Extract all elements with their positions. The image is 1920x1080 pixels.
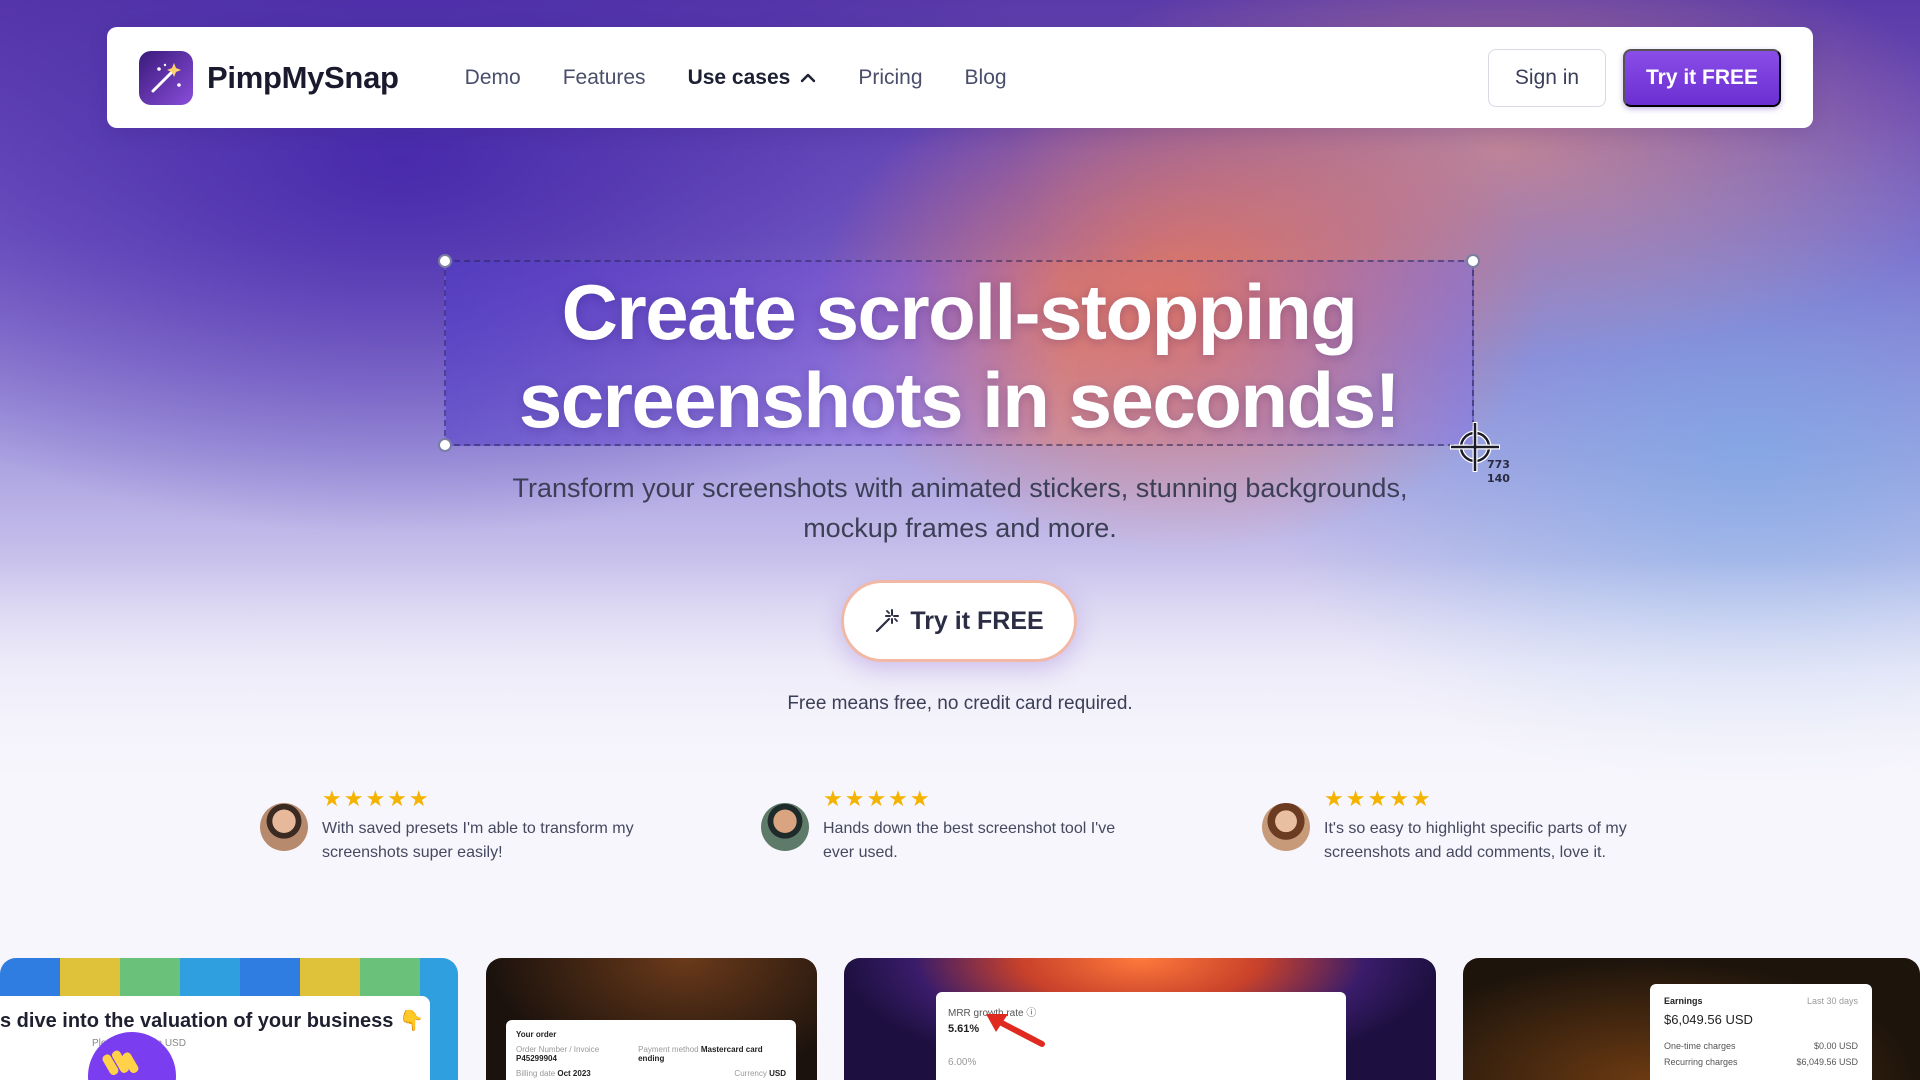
- main-menu: Demo Features Use cases Pricing Blog: [465, 66, 1007, 90]
- selection-width: 773: [1487, 458, 1510, 471]
- selection-height: 140: [1487, 472, 1510, 485]
- hero-subtitle: Transform your screenshots with animated…: [440, 468, 1480, 548]
- testimonial-card: ★★★★★ With saved presets I'm able to tra…: [260, 787, 680, 865]
- earnings-row: One-time charges $0.00 USD: [1664, 1041, 1858, 1051]
- star-rating: ★★★★★: [823, 786, 932, 811]
- avatar: [260, 803, 308, 851]
- preview-title: s dive into the valuation of your busine…: [0, 1010, 424, 1032]
- payment-label: Payment method: [638, 1045, 699, 1054]
- nav-use-cases[interactable]: Use cases: [688, 66, 817, 90]
- row-value: $6,049.56 USD: [1796, 1057, 1858, 1067]
- quote-line-2: ever used.: [823, 844, 898, 861]
- order-row: Billing date Oct 2023 Currency USD: [516, 1069, 786, 1078]
- order-number-value: P45299904: [516, 1054, 557, 1063]
- resize-handle-top-right[interactable]: [1466, 254, 1480, 268]
- quote-line-2: screenshots and add comments, love it.: [1324, 844, 1606, 861]
- nav-pricing[interactable]: Pricing: [858, 66, 922, 90]
- top-navbar: PimpMySnap Demo Features Use cases Prici…: [107, 27, 1813, 128]
- quote-line-1: With saved presets I'm able to transform…: [322, 820, 634, 837]
- nav-use-cases-label: Use cases: [687, 65, 791, 89]
- headline-line-1: Create scroll-stopping: [561, 268, 1358, 356]
- order-row: Order Number / Invoice P45299904 Payment…: [516, 1045, 786, 1063]
- earnings-label: Earnings: [1664, 996, 1703, 1006]
- sticker-hand-icon: [88, 1032, 176, 1080]
- nav-actions: Sign in Try it FREE: [1488, 48, 1781, 107]
- billing-value: Oct 2023: [557, 1069, 591, 1078]
- magic-wand-icon: [139, 50, 193, 105]
- headline-line-2: screenshots in seconds!: [518, 356, 1401, 444]
- preview-card-mrr[interactable]: MRR growth rate ⓘ 5.61% 6.00%: [844, 958, 1436, 1080]
- earnings-value: $6,049.56 USD: [1664, 1012, 1753, 1027]
- selection-size-readout: 773 140: [1487, 458, 1510, 486]
- resize-handle-top-left[interactable]: [438, 254, 452, 268]
- avatar: [761, 803, 809, 851]
- row-label: Recurring charges: [1664, 1057, 1738, 1067]
- currency-value: USD: [769, 1069, 786, 1078]
- testimonial-quote: With saved presets I'm able to transform…: [322, 817, 634, 865]
- preview-card-earnings[interactable]: Earnings Last 30 days $6,049.56 USD One-…: [1463, 958, 1920, 1080]
- star-rating: ★★★★★: [322, 786, 431, 811]
- nav-features[interactable]: Features: [563, 66, 646, 90]
- testimonial-card: ★★★★★ It's so easy to highlight specific…: [1262, 787, 1682, 865]
- earnings-row: Recurring charges $6,049.56 USD: [1664, 1057, 1858, 1067]
- preview-card-valuation[interactable]: s dive into the valuation of your busine…: [0, 958, 458, 1080]
- star-rating: ★★★★★: [1324, 786, 1433, 811]
- mrr-axis-tick: 6.00%: [948, 1057, 977, 1068]
- nav-demo[interactable]: Demo: [465, 66, 521, 90]
- testimonial-quote: It's so easy to highlight specific parts…: [1324, 817, 1627, 865]
- hero-headline: Create scroll-stopping screenshots in se…: [444, 268, 1474, 444]
- testimonial-quote: Hands down the best screenshot tool I've…: [823, 817, 1115, 865]
- earnings-panel: Earnings Last 30 days $6,049.56 USD One-…: [1650, 984, 1872, 1080]
- order-panel: Your order Order Number / Invoice P45299…: [506, 1020, 796, 1080]
- earnings-header: Earnings Last 30 days: [1664, 996, 1858, 1006]
- quote-line-2: screenshots super easily!: [322, 844, 503, 861]
- cta-note: Free means free, no credit card required…: [787, 693, 1133, 714]
- preview-card-order[interactable]: Your order Order Number / Invoice P45299…: [486, 958, 817, 1080]
- cta-label: Try it FREE: [910, 606, 1044, 635]
- subtitle-line-2: mockup frames and more.: [803, 513, 1117, 543]
- sign-in-button[interactable]: Sign in: [1488, 48, 1606, 107]
- quote-line-1: It's so easy to highlight specific parts…: [1324, 820, 1627, 837]
- red-arrow-icon: [986, 1014, 1045, 1047]
- magic-wand-icon: [876, 609, 900, 633]
- row-label: One-time charges: [1664, 1041, 1736, 1051]
- avatar: [1262, 803, 1310, 851]
- billing-label: Billing date: [516, 1069, 556, 1078]
- nav-blog[interactable]: Blog: [965, 66, 1007, 90]
- order-number-label: Order Number / Invoice: [516, 1045, 600, 1054]
- quote-line-1: Hands down the best screenshot tool I've: [823, 820, 1116, 837]
- earnings-period: Last 30 days: [1806, 996, 1858, 1006]
- currency-label: Currency: [734, 1069, 767, 1078]
- brand-logo[interactable]: PimpMySnap: [139, 50, 399, 105]
- subtitle-line-1: Transform your screenshots with animated…: [512, 473, 1408, 503]
- testimonial-card: ★★★★★ Hands down the best screenshot too…: [761, 787, 1181, 865]
- row-value: $0.00 USD: [1813, 1041, 1858, 1051]
- try-free-nav-button[interactable]: Try it FREE: [1623, 48, 1781, 107]
- brand-name: PimpMySnap: [207, 59, 399, 95]
- order-heading: Your order: [516, 1030, 557, 1039]
- try-free-hero-button[interactable]: Try it FREE: [841, 580, 1077, 662]
- chevron-up-icon: [801, 73, 816, 82]
